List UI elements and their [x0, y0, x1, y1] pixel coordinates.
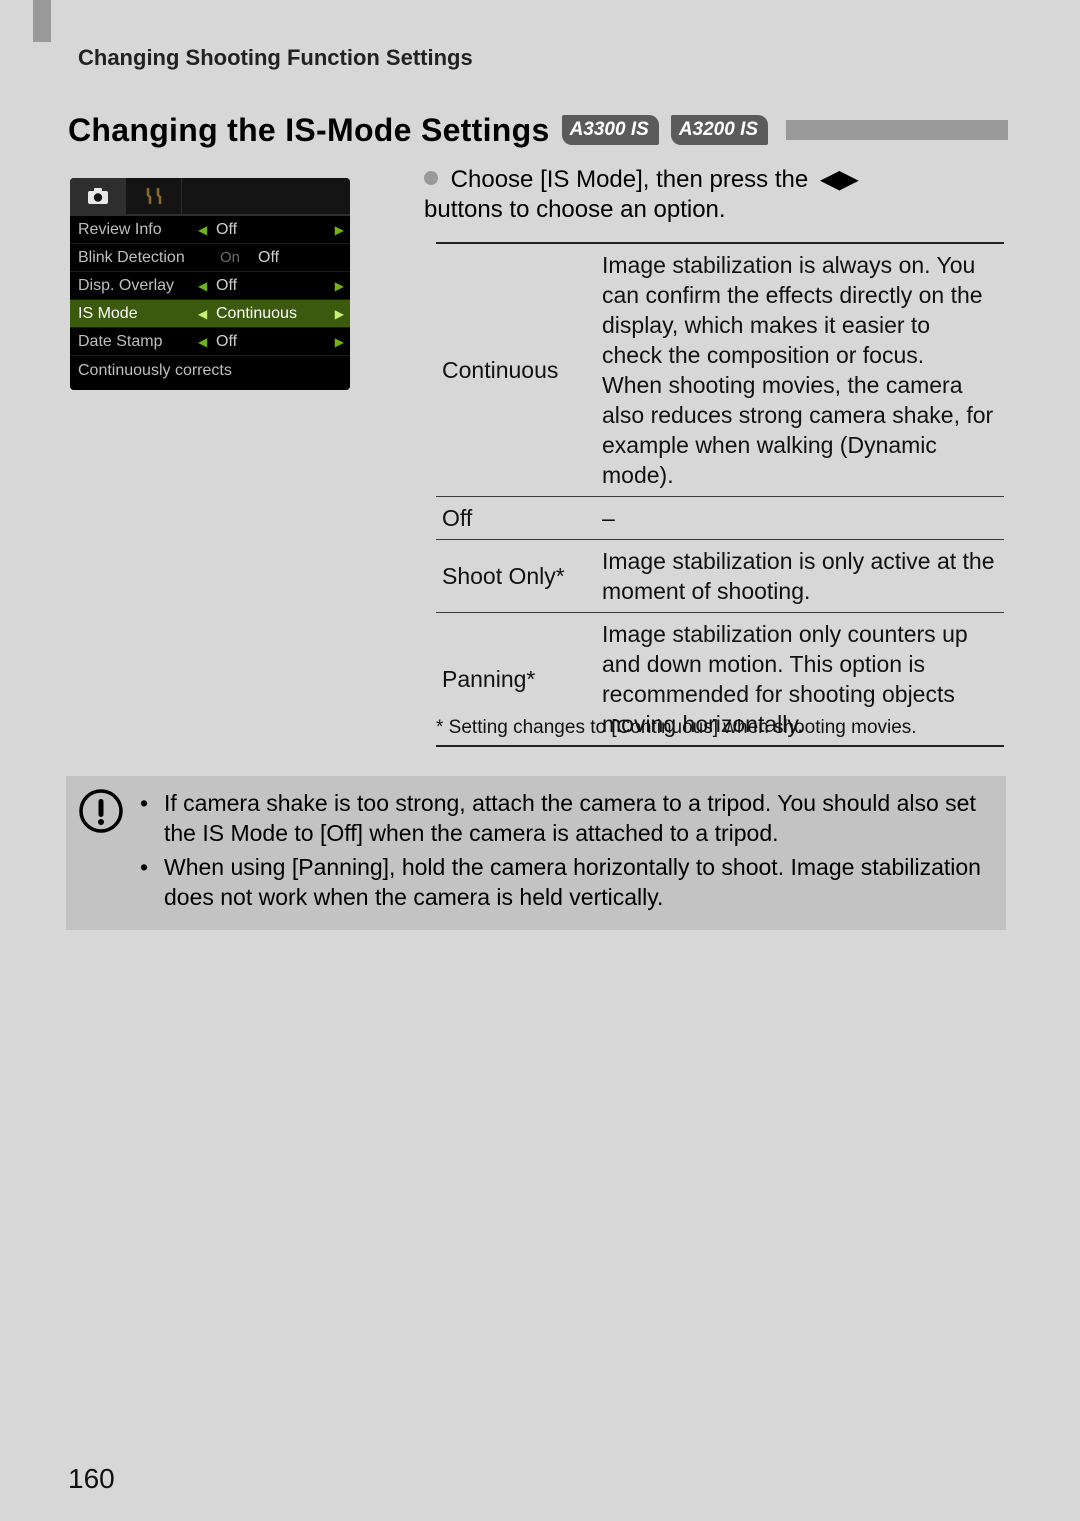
table-footnote: * Setting changes to [Continuous] when s…	[436, 716, 1004, 740]
camera-row-value: Off	[198, 249, 342, 267]
camera-tab-shooting	[70, 178, 126, 214]
notice-list: •If camera shake is too strong, attach t…	[140, 788, 990, 916]
table-row: Shoot Only* Image stabilization is only …	[436, 540, 1004, 613]
option-desc: –	[596, 497, 1004, 540]
camera-menu-help: Continuously corrects	[70, 356, 350, 390]
camera-menu-tabs	[70, 178, 350, 216]
camera-row-review-info: Review Info ◀ Off ▶	[70, 216, 350, 244]
left-right-arrows-icon: ◀▶	[821, 165, 858, 195]
chevron-right-icon: ▶	[335, 335, 344, 349]
camera-row-label: Disp. Overlay	[78, 277, 198, 295]
table-row: Off –	[436, 497, 1004, 540]
camera-row-disp-overlay: Disp. Overlay ◀ Off ▶	[70, 272, 350, 300]
camera-icon	[86, 186, 110, 206]
notice-text: If camera shake is too strong, attach th…	[164, 788, 990, 848]
section-title-row: Changing the IS-Mode Settings A3300 IS A…	[68, 108, 1008, 152]
instruction-block: Choose [IS Mode], then press the ◀▶ butt…	[424, 165, 1004, 225]
is-mode-options-table: Continuous Image stabilization is always…	[436, 242, 1004, 747]
section-title: Changing the IS-Mode Settings	[68, 112, 550, 149]
title-bar-extension	[786, 120, 1008, 140]
chevron-right-icon: ▶	[335, 279, 344, 293]
bullet-icon: •	[140, 788, 154, 848]
notice-text: When using [Panning], hold the camera ho…	[164, 852, 990, 912]
camera-row-value: Off	[198, 333, 342, 351]
notice-item: •When using [Panning], hold the camera h…	[140, 852, 990, 912]
option-name: Shoot Only*	[436, 540, 596, 613]
table-row: Continuous Image stabilization is always…	[436, 243, 1004, 497]
instruction-bullet-icon	[424, 171, 438, 185]
model-badge-2: A3200 IS	[671, 115, 768, 145]
camera-row-label: IS Mode	[78, 305, 198, 323]
page: Changing Shooting Function Settings Chan…	[0, 0, 1080, 1521]
instruction-line-1b: buttons to choose an option.	[424, 196, 726, 223]
chevron-right-icon: ▶	[335, 307, 344, 321]
camera-menu-rows: Review Info ◀ Off ▶ Blink Detection On O…	[70, 216, 350, 356]
camera-row-label: Review Info	[78, 221, 198, 239]
camera-row-label: Blink Detection	[78, 249, 198, 267]
notice-item: •If camera shake is too strong, attach t…	[140, 788, 990, 848]
camera-row-label: Date Stamp	[78, 333, 198, 351]
option-desc: Image stabilization is only active at th…	[596, 540, 1004, 613]
chevron-right-icon: ▶	[335, 223, 344, 237]
camera-row-value: Continuous	[198, 305, 342, 323]
option-desc: Image stabilization is always on. You ca…	[596, 243, 1004, 497]
breadcrumb: Changing Shooting Function Settings	[78, 45, 473, 71]
tools-icon	[142, 186, 166, 206]
option-name: Off	[436, 497, 596, 540]
camera-row-is-mode: IS Mode ◀ Continuous ▶	[70, 300, 350, 328]
caution-icon	[78, 788, 124, 834]
camera-row-blink-detection: Blink Detection On Off	[70, 244, 350, 272]
camera-row-value: Off	[198, 277, 342, 295]
camera-row-value: Off	[198, 221, 342, 239]
instruction-line-1a: Choose [IS Mode], then press the	[451, 166, 815, 193]
camera-tab-tools	[126, 178, 182, 214]
model-badge-1: A3300 IS	[562, 115, 659, 145]
option-name: Continuous	[436, 243, 596, 497]
notice-box: •If camera shake is too strong, attach t…	[66, 776, 1006, 930]
camera-menu-screenshot: Review Info ◀ Off ▶ Blink Detection On O…	[70, 178, 350, 390]
page-number: 160	[68, 1463, 115, 1495]
camera-row-date-stamp: Date Stamp ◀ Off ▶	[70, 328, 350, 356]
section-tab-marker	[33, 0, 51, 42]
bullet-icon: •	[140, 852, 154, 912]
